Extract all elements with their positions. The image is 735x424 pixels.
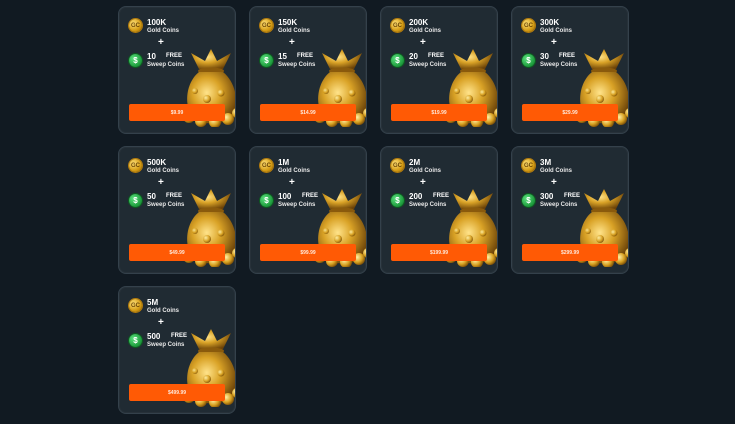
sweep-amount: 100	[278, 192, 292, 201]
gold-coins-label: Gold Coins	[147, 28, 179, 34]
gold-coins-label: Gold Coins	[147, 308, 179, 314]
gold-coins-label: Gold Coins	[278, 28, 310, 34]
sweep-amount: 20	[409, 52, 418, 61]
package-card[interactable]: GC 100K Gold Coins + $ 10 FREE Sweep Coi…	[118, 6, 236, 134]
sweep-coins-label: Sweep Coins	[278, 62, 316, 68]
free-label: FREE	[433, 193, 450, 199]
plus-sign: +	[158, 317, 164, 328]
gold-amount: 300K	[540, 18, 560, 27]
sweep-coins-label: Sweep Coins	[540, 202, 578, 208]
plus-sign: +	[289, 37, 295, 48]
sweep-coin-icon: $	[522, 54, 535, 67]
buy-button[interactable]: $14.99	[260, 104, 356, 121]
buy-button[interactable]: $29.99	[522, 104, 618, 121]
sweep-coins-label: Sweep Coins	[409, 202, 447, 208]
plus-sign: +	[158, 177, 164, 188]
plus-sign: +	[551, 37, 557, 48]
gold-coin-icon: GC	[522, 159, 535, 172]
gold-amount: 3M	[540, 158, 552, 167]
free-label: FREE	[171, 333, 188, 339]
plus-sign: +	[420, 177, 426, 188]
sweep-amount: 10	[147, 52, 156, 61]
plus-sign: +	[158, 37, 164, 48]
gold-coin-icon: GC	[260, 19, 273, 32]
gold-coin-icon: GC	[260, 159, 273, 172]
sweep-coin-icon: $	[129, 334, 142, 347]
sweep-coins-label: Sweep Coins	[409, 62, 447, 68]
package-card[interactable]: GC 300K Gold Coins + $ 30 FREE Sweep Coi…	[511, 6, 629, 134]
sweep-coins-label: Sweep Coins	[147, 342, 185, 348]
package-card[interactable]: GC 5M Gold Coins + $ 500 FREE Sweep Coin…	[118, 286, 236, 414]
sweep-coins-label: Sweep Coins	[540, 62, 578, 68]
plus-sign: +	[420, 37, 426, 48]
free-label: FREE	[297, 53, 314, 59]
buy-button[interactable]: $99.99	[260, 244, 356, 261]
sweep-coin-icon: $	[522, 194, 535, 207]
sweep-coins-label: Sweep Coins	[278, 202, 316, 208]
free-label: FREE	[166, 53, 183, 59]
buy-button[interactable]: $49.99	[129, 244, 225, 261]
package-card[interactable]: GC 200K Gold Coins + $ 20 FREE Sweep Coi…	[380, 6, 498, 134]
gold-amount: 5M	[147, 298, 159, 307]
free-label: FREE	[564, 193, 581, 199]
free-label: FREE	[559, 53, 576, 59]
gold-coin-icon: GC	[129, 299, 142, 312]
sweep-coin-icon: $	[129, 194, 142, 207]
gold-coins-label: Gold Coins	[409, 28, 441, 34]
buy-button[interactable]: $9.99	[129, 104, 225, 121]
buy-button[interactable]: $19.99	[391, 104, 487, 121]
free-label: FREE	[302, 193, 319, 199]
free-label: FREE	[166, 193, 183, 199]
sweep-coin-icon: $	[391, 194, 404, 207]
sweep-amount: 300	[540, 192, 554, 201]
gold-amount: 100K	[147, 18, 167, 27]
gold-coins-label: Gold Coins	[147, 168, 179, 174]
sweep-coin-icon: $	[260, 54, 273, 67]
gold-amount: 150K	[278, 18, 298, 27]
sweep-coins-label: Sweep Coins	[147, 202, 185, 208]
free-label: FREE	[428, 53, 445, 59]
sweep-coin-icon: $	[260, 194, 273, 207]
plus-sign: +	[551, 177, 557, 188]
buy-button[interactable]: $199.99	[391, 244, 487, 261]
gold-coin-icon: GC	[129, 159, 142, 172]
sweep-amount: 50	[147, 192, 156, 201]
sweep-amount: 200	[409, 192, 423, 201]
gold-coins-label: Gold Coins	[409, 168, 441, 174]
gold-coins-label: Gold Coins	[278, 168, 310, 174]
package-card[interactable]: GC 500K Gold Coins + $ 50 FREE Sweep Coi…	[118, 146, 236, 274]
gold-coins-label: Gold Coins	[540, 28, 572, 34]
sweep-coins-label: Sweep Coins	[147, 62, 185, 68]
sweep-amount: 15	[278, 52, 287, 61]
buy-button[interactable]: $299.99	[522, 244, 618, 261]
package-card[interactable]: GC 1M Gold Coins + $ 100 FREE Sweep Coin…	[249, 146, 367, 274]
gold-coin-icon: GC	[391, 19, 404, 32]
gold-coin-icon: GC	[522, 19, 535, 32]
gold-coin-icon: GC	[129, 19, 142, 32]
buy-button[interactable]: $499.99	[129, 384, 225, 401]
gold-amount: 1M	[278, 158, 290, 167]
package-grid: GC 100K Gold Coins + $ 10 FREE Sweep Coi…	[0, 0, 735, 424]
package-card[interactable]: GC 2M Gold Coins + $ 200 FREE Sweep Coin…	[380, 146, 498, 274]
gold-amount: 500K	[147, 158, 167, 167]
sweep-amount: 500	[147, 332, 161, 341]
gold-coin-icon: GC	[391, 159, 404, 172]
package-card[interactable]: GC 150K Gold Coins + $ 15 FREE Sweep Coi…	[249, 6, 367, 134]
sweep-amount: 30	[540, 52, 549, 61]
sweep-coin-icon: $	[391, 54, 404, 67]
plus-sign: +	[289, 177, 295, 188]
gold-amount: 2M	[409, 158, 421, 167]
gold-coins-label: Gold Coins	[540, 168, 572, 174]
package-card[interactable]: GC 3M Gold Coins + $ 300 FREE Sweep Coin…	[511, 146, 629, 274]
sweep-coin-icon: $	[129, 54, 142, 67]
gold-amount: 200K	[409, 18, 429, 27]
